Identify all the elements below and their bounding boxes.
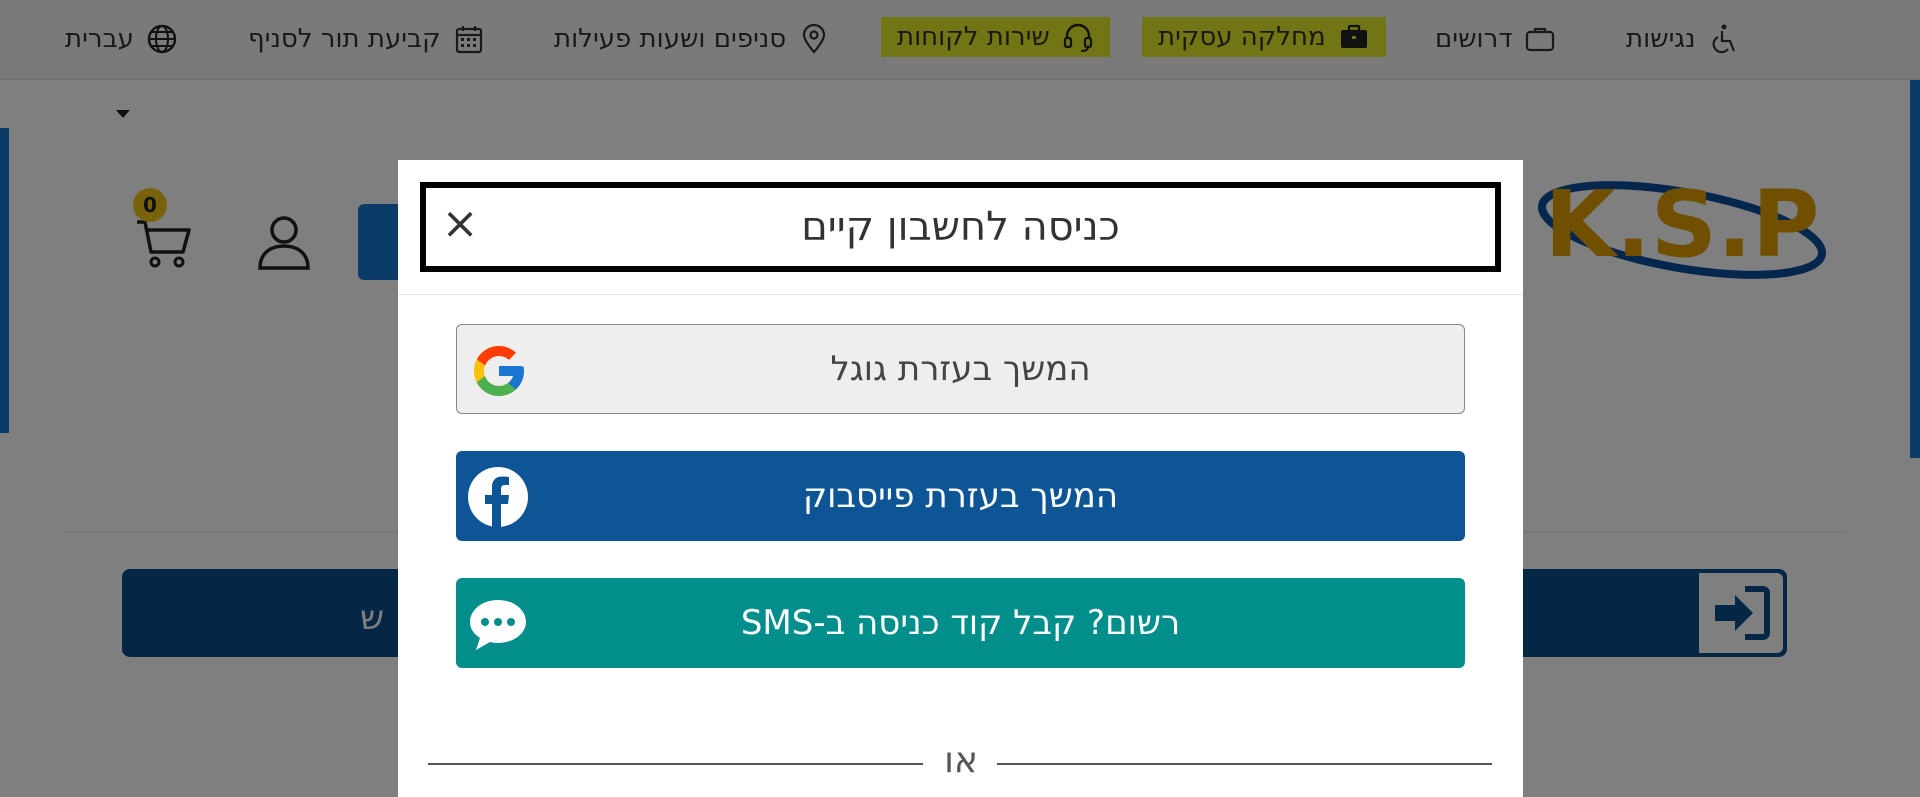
google-login-button[interactable]: המשך בעזרת גוגל	[456, 324, 1465, 414]
or-divider-right	[997, 763, 1492, 765]
facebook-login-label: המשך בעזרת פייסבוק	[802, 476, 1119, 516]
modal-title: כניסה לחשבון קיים	[801, 204, 1120, 250]
or-divider-left	[428, 763, 923, 765]
login-modal: כניסה לחשבון קיים × המשך בעזרת גוגל המשך…	[398, 160, 1523, 797]
sms-login-label: רשום? קבל קוד כניסה ב-SMS	[740, 603, 1181, 643]
or-divider-label: או	[944, 740, 978, 781]
google-icon	[474, 346, 524, 396]
google-login-label: המשך בעזרת גוגל	[830, 349, 1091, 389]
chat-bubble-icon	[470, 600, 526, 650]
modal-header: כניסה לחשבון קיים ×	[420, 182, 1501, 272]
close-icon[interactable]: ×	[438, 202, 482, 246]
modal-header-divider	[398, 294, 1523, 295]
facebook-icon	[468, 467, 528, 527]
facebook-login-button[interactable]: המשך בעזרת פייסבוק	[456, 451, 1465, 541]
sms-login-button[interactable]: רשום? קבל קוד כניסה ב-SMS	[456, 578, 1465, 668]
